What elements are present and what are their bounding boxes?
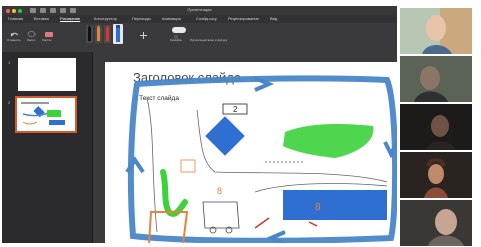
ruler-label: Линейка <box>170 38 182 42</box>
slide-thumbnails-pane: 1 2 <box>2 52 93 243</box>
highlighter-blue-selected[interactable] <box>113 24 123 44</box>
tab-review[interactable]: Рецензирование <box>228 16 259 21</box>
red-ink-mark <box>308 221 318 227</box>
lasso-label: Лассо <box>27 38 36 42</box>
current-slide[interactable]: Заголовок слайда • Текст слайда 2 8 8 <box>105 62 397 243</box>
slide-editor: Заголовок слайда • Текст слайда 2 8 8 <box>93 52 397 243</box>
pen-icon <box>97 25 100 41</box>
tab-insert[interactable]: Вставка <box>34 16 49 21</box>
pen-black[interactable] <box>86 25 93 43</box>
screen: Презентация Главная Вставка Рисование Ко… <box>0 0 481 247</box>
slide-number-2: 2 <box>8 100 11 105</box>
slide-number-1: 1 <box>8 60 11 65</box>
participant-avatar-4 <box>400 152 472 198</box>
pen-orange[interactable] <box>95 25 102 43</box>
slide-thumbnail-2-selected[interactable] <box>15 96 77 133</box>
participant-avatar-3 <box>400 104 472 150</box>
powerpoint-window: Презентация Главная Вставка Рисование Ко… <box>2 6 397 243</box>
tab-slideshow[interactable]: Слайд-шоу <box>196 16 217 21</box>
participant-video-5[interactable] <box>400 200 472 246</box>
blue-diamond-shape <box>205 116 245 156</box>
sketch-house <box>202 201 240 229</box>
highlighter-icon <box>116 25 120 42</box>
orange-selection-box <box>180 159 196 173</box>
blue-rectangle-shape <box>283 190 387 220</box>
add-pen-button[interactable] <box>139 27 148 39</box>
window-title: Презентация <box>187 7 212 12</box>
number-box-value: 2 <box>233 105 238 114</box>
red-ink-mark <box>254 217 270 229</box>
green-ink-scribble <box>283 124 374 158</box>
tab-view[interactable]: Вид <box>270 16 277 21</box>
orange-ink-mark: 8 <box>315 202 321 213</box>
participant-video-4[interactable] <box>400 152 472 198</box>
tab-animations[interactable]: Анимация <box>162 16 181 21</box>
participant-avatar-1 <box>400 8 472 54</box>
participant-avatar-5 <box>400 200 472 246</box>
participant-video-2[interactable] <box>400 56 472 102</box>
pen-icon <box>88 25 91 41</box>
slide-thumbnail-preview <box>21 102 65 125</box>
lasso-button[interactable] <box>27 26 36 37</box>
green-ink-scribble <box>160 169 188 217</box>
tab-home[interactable]: Главная <box>8 16 23 21</box>
orange-ink-mark: 8 <box>217 186 222 196</box>
ink-to-shape-label: Рукописный ввод в фигуру <box>190 38 228 42</box>
slide-thumbnail-1[interactable] <box>18 58 76 91</box>
ruler-toggle[interactable] <box>172 27 186 40</box>
video-call-panel <box>400 8 472 246</box>
draw-ribbon: Отменить Лассо Ластик Линейка Рукописный… <box>2 23 397 53</box>
participant-video-3[interactable] <box>400 104 472 150</box>
ink-drawing-layer[interactable]: 2 8 8 <box>105 62 397 243</box>
participant-avatar-2 <box>400 56 472 102</box>
undo-ink-button[interactable] <box>10 26 19 37</box>
eraser-button[interactable] <box>44 26 54 37</box>
title-bar: Презентация <box>2 6 397 15</box>
tab-draw[interactable]: Рисование <box>60 16 80 21</box>
undo-label: Отменить <box>7 38 21 42</box>
plus-icon <box>140 32 147 39</box>
pen-red[interactable] <box>104 25 111 43</box>
ribbon-tabs: Главная Вставка Рисование Конструктор Пе… <box>2 15 397 23</box>
pen-icon <box>106 25 109 41</box>
tab-design[interactable]: Конструктор <box>94 16 117 21</box>
eraser-label: Ластик <box>42 38 52 42</box>
participant-video-1[interactable] <box>400 8 472 54</box>
tab-transitions[interactable]: Переходы <box>132 16 151 21</box>
